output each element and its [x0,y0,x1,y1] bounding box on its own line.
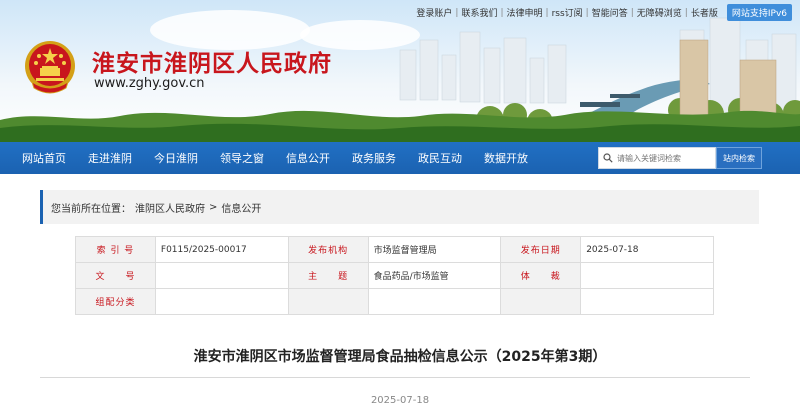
meta-label: 发布日期 [500,236,582,263]
meta-value: 2025-07-18 [580,236,714,263]
site-search: 站内检索 [598,147,762,169]
breadcrumb: 您当前所在位置： 淮阴区人民政府 > 信息公开 [40,190,759,224]
search-button[interactable]: 站内检索 [716,147,762,169]
table-row: 索 引 号 F0115/2025-00017 发布机构 市场监督管理局 发布日期… [75,236,714,263]
nav-item-home[interactable]: 网站首页 [22,150,88,166]
greenery-decoration [0,110,800,142]
national-emblem-icon [25,41,75,94]
top-link-accessibility[interactable]: 无障碍浏览 [634,6,685,19]
meta-value [154,262,289,289]
header-banner: 登录账户 | 联系我们 | 法律申明 | rss订阅 | 智能问答 | 无障碍浏览 | 长者… [0,0,800,142]
meta-label: 发布机构 [287,236,369,263]
nav-item-today[interactable]: 今日淮阴 [154,150,220,166]
meta-label: 索 引 号 [75,236,156,263]
meta-label [287,288,369,315]
meta-value [580,262,714,289]
breadcrumb-link-home[interactable]: 淮阴区人民政府 [135,200,205,215]
top-link-rss[interactable]: rss订阅 [549,6,586,19]
search-box [598,147,716,169]
table-row: 组配分类 [75,288,714,315]
meta-value: 食品药品/市场监管 [367,262,502,289]
nav-item-interaction[interactable]: 政民互动 [418,150,484,166]
meta-value: F0115/2025-00017 [154,236,289,263]
top-link-qa[interactable]: 智能问答 [589,6,631,19]
nav-item-about[interactable]: 走进淮阴 [88,150,154,166]
top-links-bar: 登录账户 | 联系我们 | 法律申明 | rss订阅 | 智能问答 | 无障碍浏览 | 长者… [413,4,792,21]
meta-label: 主 题 [287,262,369,289]
site-url: www.zghy.gov.cn [94,76,205,91]
search-input[interactable] [617,153,713,163]
top-link-login[interactable]: 登录账户 [413,6,455,19]
nav-item-services[interactable]: 政务服务 [352,150,418,166]
breadcrumb-prefix: 您当前所在位置： [51,203,131,215]
breadcrumb-link-disclosure[interactable]: 信息公开 [221,200,261,215]
meta-value: 市场监督管理局 [367,236,502,263]
top-link-contact[interactable]: 联系我们 [458,6,500,19]
article-title: 淮安市淮阴区市场监督管理局食品抽检信息公示（2025年第3期） [193,349,607,365]
meta-value [580,288,714,315]
top-link-elder[interactable]: 长者版 [688,6,721,19]
breadcrumb-separator: > [209,201,218,213]
meta-value [367,288,502,315]
ipv6-badge: 网站支持IPv6 [726,4,792,21]
meta-label [500,288,582,315]
top-link-legal[interactable]: 法律申明 [504,6,546,19]
meta-label: 体 裁 [500,262,582,289]
search-icon [603,153,613,163]
nav-item-leaders[interactable]: 领导之窗 [220,150,286,166]
nav-item-open-data[interactable]: 数据开放 [484,150,550,166]
nav-item-disclosure[interactable]: 信息公开 [286,150,352,166]
meta-value [154,288,289,315]
table-row: 文 号 主 题 食品药品/市场监管 体 裁 [75,262,714,289]
title-divider [40,377,750,378]
document-meta-table: 索 引 号 F0115/2025-00017 发布机构 市场监督管理局 发布日期… [75,236,714,315]
site-title: 淮安市淮阴区人民政府 [92,50,332,77]
meta-label: 文 号 [75,262,156,289]
article-date: 2025-07-18 [370,395,430,406]
meta-label: 组配分类 [75,288,156,315]
main-nav: 网站首页 走进淮阴 今日淮阴 领导之窗 信息公开 政务服务 政民互动 数据开放 … [0,142,800,174]
